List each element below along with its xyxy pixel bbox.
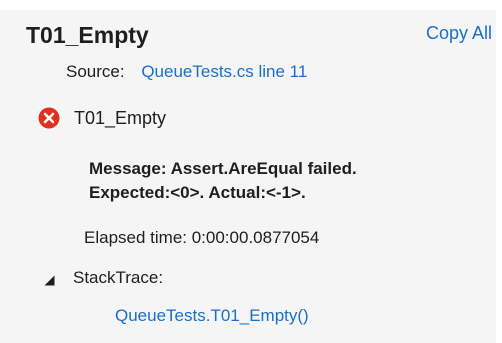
copy-all-link[interactable]: Copy All bbox=[426, 23, 492, 44]
error-message: Message: Assert.AreEqual failed. Expecte… bbox=[89, 157, 357, 205]
message-line-2: Expected:<0>. Actual:<-1>. bbox=[89, 183, 306, 202]
stacktrace-label: StackTrace: bbox=[73, 268, 164, 287]
test-detail-panel: T01_Empty Copy All Source: QueueTests.cs… bbox=[0, 0, 502, 343]
test-result-row: T01_Empty bbox=[38, 105, 166, 131]
result-test-name: T01_Empty bbox=[74, 107, 167, 128]
source-link[interactable]: QueueTests.cs line 11 bbox=[141, 62, 307, 81]
top-margin bbox=[0, 0, 502, 10]
triangle-expanded-icon[interactable] bbox=[44, 273, 55, 285]
right-margin bbox=[496, 0, 502, 343]
test-title: T01_Empty bbox=[26, 22, 149, 48]
stack-frame-link[interactable]: QueueTests.T01_Empty() bbox=[115, 306, 309, 326]
error-icon bbox=[38, 107, 60, 129]
source-label: Source: bbox=[66, 62, 125, 81]
elapsed-time: Elapsed time: 0:00:00.0877054 bbox=[84, 228, 320, 247]
stacktrace-expander[interactable]: StackTrace: bbox=[44, 268, 163, 288]
message-line-1: Message: Assert.AreEqual failed. bbox=[89, 159, 357, 178]
source-row: Source: QueueTests.cs line 11 bbox=[66, 62, 307, 82]
